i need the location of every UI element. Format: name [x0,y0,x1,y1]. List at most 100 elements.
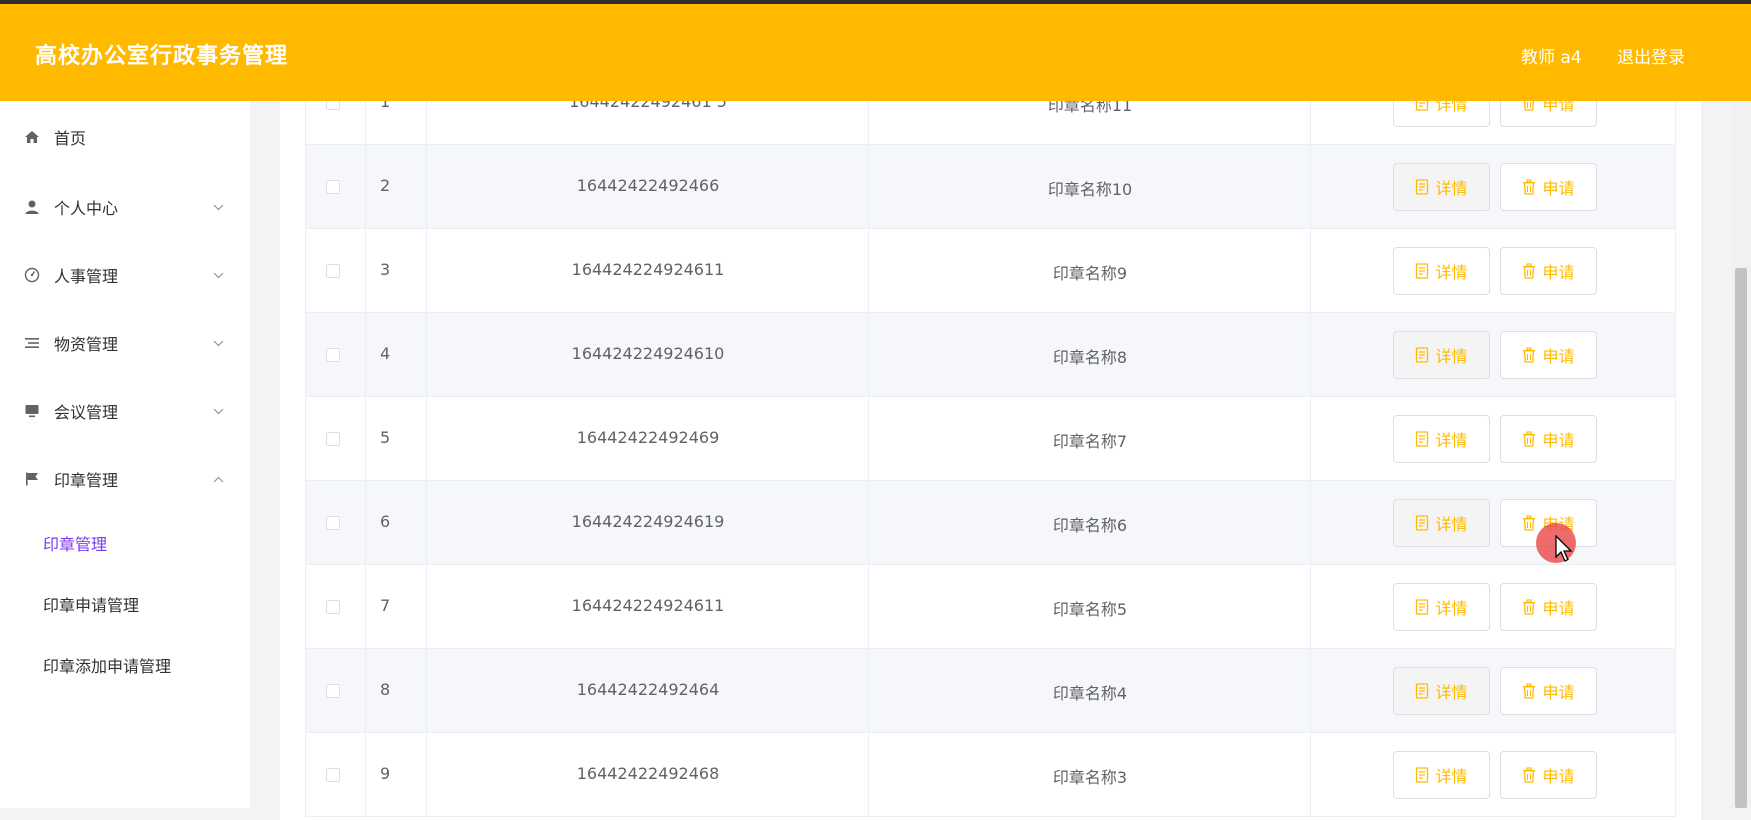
sidebar-item-hr[interactable]: 人事管理 [0,241,250,309]
sidebar-item-label: 物资管理 [54,335,119,354]
submenu-item-label: 印章管理 [43,535,108,554]
column-divider [365,565,366,648]
document-icon [1415,767,1429,783]
document-icon [1415,179,1429,195]
list-icon [23,334,41,352]
document-icon [1415,347,1429,363]
sidebar-item-label: 个人中心 [54,199,119,218]
row-checkbox[interactable] [326,264,340,278]
sidebar-item-seals[interactable]: 印章管理 [0,445,250,513]
chevron-down-icon [212,337,224,349]
detail-button-label: 详情 [1435,431,1468,450]
column-divider [365,733,366,816]
table-row: 4 164424224924610 印章名称8 详情 申请 [305,313,1676,397]
sidebar-item-meetings[interactable]: 会议管理 [0,377,250,445]
detail-button-label: 详情 [1435,515,1468,534]
detail-button[interactable]: 详情 [1393,331,1490,379]
sidebar-item-label: 印章管理 [54,471,119,490]
apply-button[interactable]: 申请 [1500,583,1597,631]
monitor-icon [23,402,41,420]
sidebar-item-label: 会议管理 [54,403,119,422]
sidebar-item-home[interactable]: 首页 [0,103,250,171]
scrollbar-thumb[interactable] [1735,268,1747,808]
apply-button-label: 申请 [1542,431,1575,450]
seal-name: 印章名称8 [1052,348,1128,367]
app-title: 高校办公室行政事务管理 [35,44,289,69]
trash-icon [1522,431,1536,447]
detail-button[interactable]: 详情 [1393,499,1490,547]
detail-button[interactable]: 详情 [1393,163,1490,211]
sidebar-item-materials[interactable]: 物资管理 [0,309,250,377]
chevron-down-icon [212,405,224,417]
seal-code: 164424224924619 [571,512,725,531]
table-row: 5 16442422492469 印章名称7 详情 申请 [305,397,1676,481]
gauge-icon [23,266,41,284]
logout-link[interactable]: 退出登录 [1617,43,1685,68]
table-row: 2 16442422492466 印章名称10 详情 申请 [305,145,1676,229]
sidebar-item-label: 人事管理 [54,267,119,286]
detail-button[interactable]: 详情 [1393,667,1490,715]
apply-button-label: 申请 [1542,683,1575,702]
seal-name: 印章名称6 [1052,516,1128,535]
sidebar: 首页 个人中心 人事管理 物资管理 会议管理 印章管理 印章管理 印章申请管理 … [0,101,250,808]
apply-button[interactable]: 申请 [1500,247,1597,295]
apply-button[interactable]: 申请 [1500,751,1597,799]
apply-button[interactable]: 申请 [1500,667,1597,715]
row-checkbox[interactable] [326,432,340,446]
detail-button-label: 详情 [1435,179,1468,198]
seal-code: 164424224924610 [571,344,725,363]
seal-name: 印章名称9 [1052,264,1128,283]
trash-icon [1522,347,1536,363]
row-checkbox[interactable] [326,684,340,698]
apply-button[interactable]: 申请 [1500,499,1597,547]
seal-code: 16442422492468 [576,764,720,783]
detail-button-label: 详情 [1435,767,1468,786]
table-row: 8 16442422492464 印章名称4 详情 申请 [305,649,1676,733]
submenu-item-seal-add-application[interactable]: 印章添加申请管理 [0,635,250,695]
row-index: 3 [380,260,391,279]
row-checkbox[interactable] [326,180,340,194]
row-checkbox[interactable] [326,348,340,362]
trash-icon [1522,683,1536,699]
table-row: 6 164424224924619 印章名称6 详情 申请 [305,481,1676,565]
detail-button-label: 详情 [1435,599,1468,618]
row-checkbox[interactable] [326,600,340,614]
column-divider [365,313,366,396]
seal-name: 印章名称10 [1047,180,1133,199]
submenu-item-label: 印章添加申请管理 [43,657,172,676]
column-divider [365,649,366,732]
chevron-down-icon [212,201,224,213]
detail-button[interactable]: 详情 [1393,583,1490,631]
document-icon [1415,683,1429,699]
chevron-up-icon [212,473,224,485]
chevron-down-icon [212,269,224,281]
app-header: 高校办公室行政事务管理 教师 a4 退出登录 [0,4,1751,101]
row-index: 5 [380,428,391,447]
apply-button[interactable]: 申请 [1500,163,1597,211]
apply-button-label: 申请 [1542,263,1575,282]
apply-button-label: 申请 [1542,515,1575,534]
apply-button-label: 申请 [1542,179,1575,198]
trash-icon [1522,599,1536,615]
row-checkbox[interactable] [326,768,340,782]
detail-button[interactable]: 详情 [1393,247,1490,295]
sidebar-item-label: 首页 [54,129,87,148]
user-icon [23,198,41,216]
sidebar-item-personal-center[interactable]: 个人中心 [0,173,250,241]
trash-icon [1522,515,1536,531]
row-checkbox[interactable] [326,516,340,530]
seal-code: 164424224924611 [571,260,725,279]
row-index: 9 [380,764,391,783]
seal-code: 16442422492466 [576,176,720,195]
detail-button[interactable]: 详情 [1393,415,1490,463]
detail-button[interactable]: 详情 [1393,751,1490,799]
submenu-item-seal-management[interactable]: 印章管理 [0,513,250,573]
column-divider [365,481,366,564]
apply-button[interactable]: 申请 [1500,331,1597,379]
column-divider [365,397,366,480]
apply-button[interactable]: 申请 [1500,415,1597,463]
seal-code: 164424224924611 [571,596,725,615]
seal-code: 16442422492464 [576,680,720,699]
document-icon [1415,515,1429,531]
submenu-item-seal-application[interactable]: 印章申请管理 [0,574,250,634]
